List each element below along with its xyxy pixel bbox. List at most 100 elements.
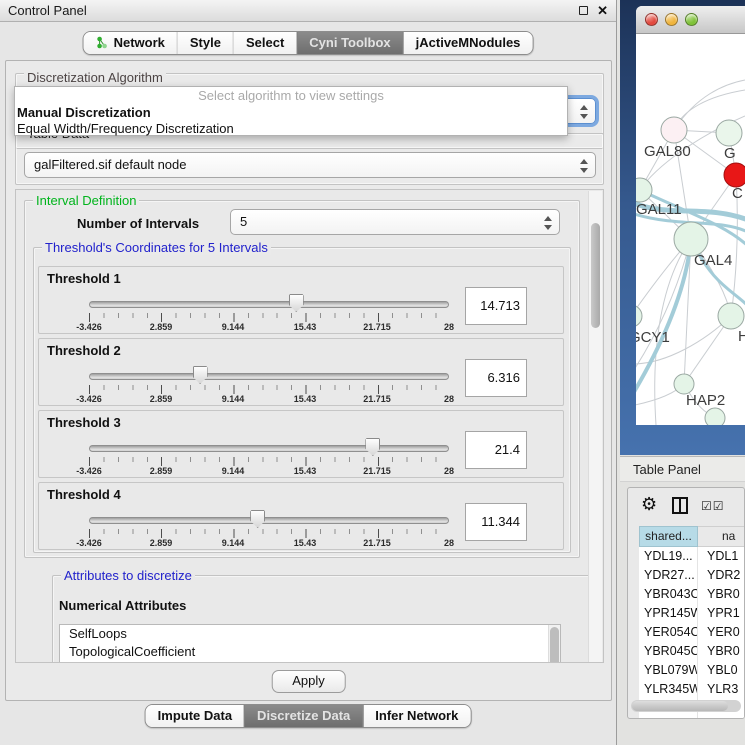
threshold-slider[interactable]: -3.4262.8599.14415.4321.71528: [89, 291, 449, 333]
slider-thumb[interactable]: [365, 438, 380, 456]
apply-button[interactable]: Apply: [271, 670, 346, 693]
threshold-slider[interactable]: -3.4262.8599.14415.4321.71528: [89, 363, 449, 405]
table-panel-title: Table Panel: [620, 456, 745, 482]
cell-name[interactable]: YLR3: [698, 680, 745, 699]
dropdown-item-manual[interactable]: Manual Discretization: [15, 105, 567, 121]
tab-label: Network: [114, 35, 165, 50]
tab-select[interactable]: Select: [233, 32, 296, 54]
slider-scale-labels: -3.4262.8599.14415.4321.71528: [89, 322, 449, 332]
cell-name[interactable]: YBR0: [698, 642, 745, 661]
node-label: C: [732, 185, 743, 202]
tab-label: Select: [246, 35, 284, 50]
network-node[interactable]: [705, 408, 725, 425]
cell-shared-name[interactable]: YBL079W: [639, 661, 698, 680]
tab-style[interactable]: Style: [177, 32, 233, 54]
threshold-value-field[interactable]: 6.316: [465, 359, 527, 397]
table-row[interactable]: YBR045CYBR0: [639, 642, 745, 661]
close-icon[interactable]: ✕: [597, 4, 608, 17]
table-row[interactable]: YLR345WYLR3: [639, 680, 745, 699]
network-node-c[interactable]: [724, 163, 745, 187]
cell-name[interactable]: YER0: [698, 623, 745, 642]
slider-thumb[interactable]: [193, 366, 208, 384]
node-attribute-table[interactable]: shared... na YDL19...YDL1YDR27...YDR2YBR…: [639, 526, 745, 718]
float-window-icon[interactable]: [579, 6, 588, 15]
network-node-h[interactable]: [718, 303, 744, 329]
tab-infer-network[interactable]: Infer Network: [362, 705, 470, 727]
slider-track[interactable]: [89, 517, 449, 524]
combobox-stepper-icon: [544, 215, 552, 231]
cell-shared-name[interactable]: YBR043C: [639, 585, 698, 604]
attribute-list-item[interactable]: SelfLoops: [60, 625, 560, 643]
threshold-slider[interactable]: -3.4262.8599.14415.4321.71528: [89, 507, 449, 549]
threshold-1-block: Threshold 1-3.4262.8599.14415.4321.71528…: [38, 266, 564, 334]
slider-track[interactable]: [89, 373, 449, 380]
cell-name[interactable]: YBL0: [698, 661, 745, 680]
cell-name[interactable]: YBR0: [698, 585, 745, 604]
cell-name[interactable]: YDR2: [698, 566, 745, 585]
threshold-value-field[interactable]: 21.4: [465, 431, 527, 469]
cell-name[interactable]: YPR1: [698, 604, 745, 623]
network-icon: [96, 36, 109, 49]
cell-shared-name[interactable]: YDR27...: [639, 566, 698, 585]
table-data-value: galFiltered.sif default node: [34, 157, 186, 172]
column-header-shared[interactable]: shared...: [639, 526, 698, 547]
cell-name[interactable]: YDL1: [698, 547, 745, 566]
gear-icon[interactable]: ⚙: [641, 494, 657, 515]
table-row[interactable]: YBR043CYBR0: [639, 585, 745, 604]
zoom-traffic-light-icon[interactable]: [685, 13, 698, 26]
tab-label: Style: [190, 35, 221, 50]
network-node-gal11[interactable]: [636, 178, 652, 202]
interval-definition-group: Interval Definition Number of Intervals …: [24, 200, 580, 558]
dropdown-item-equal-width[interactable]: Equal Width/Frequency Discretization: [15, 121, 567, 137]
table-row[interactable]: YDL19...YDL1: [639, 547, 745, 566]
threshold-slider[interactable]: -3.4262.8599.14415.4321.71528: [89, 435, 449, 477]
network-window-frame: GAL80GCGAL11GAL4GCY1HHAP2: [620, 0, 745, 455]
tab-label: Discretize Data: [257, 708, 350, 723]
threshold-value-field[interactable]: 14.713: [465, 287, 527, 325]
tab-impute-data[interactable]: Impute Data: [146, 705, 244, 727]
network-node-gcy1[interactable]: [636, 305, 642, 327]
cell-shared-name[interactable]: YPR145W: [639, 604, 698, 623]
attributes-list[interactable]: SelfLoopsTopologicalCoefficientBetweenne…: [59, 624, 561, 663]
table-horizontal-scrollbar[interactable]: [631, 700, 741, 712]
thresholds-group-title: Threshold's Coordinates for 5 Intervals: [42, 240, 271, 255]
column-layout-icon[interactable]: [672, 497, 688, 514]
table-row[interactable]: YPR145WYPR1: [639, 604, 745, 623]
tab-discretize-data[interactable]: Discretize Data: [244, 705, 362, 727]
num-intervals-combobox[interactable]: 5: [230, 209, 560, 235]
network-node-hap2[interactable]: [674, 374, 694, 394]
attribute-list-item[interactable]: TopologicalCoefficient: [60, 643, 560, 661]
list-scrollbar[interactable]: [548, 625, 560, 663]
slider-track[interactable]: [89, 301, 449, 308]
window-title: Control Panel: [8, 3, 579, 18]
attribute-list-item[interactable]: BetweennessCentrality: [60, 661, 560, 663]
network-node-gal80[interactable]: [661, 117, 687, 143]
tab-label: Infer Network: [375, 708, 458, 723]
table-row[interactable]: YDR27...YDR2: [639, 566, 745, 585]
tab-cyni-toolbox[interactable]: Cyni Toolbox: [296, 32, 402, 54]
column-header-name[interactable]: na: [698, 526, 745, 547]
table-row[interactable]: YBL079WYBL0: [639, 661, 745, 680]
tab-jactivemnodules[interactable]: jActiveMNodules: [403, 32, 533, 54]
close-traffic-light-icon[interactable]: [645, 13, 658, 26]
slider-thumb[interactable]: [289, 294, 304, 312]
select-columns-icon[interactable]: ☑☑: [701, 499, 725, 513]
table-panel: ⚙ ☑☑ shared... na YDL19...YDL1YDR27...YD…: [627, 487, 745, 719]
slider-thumb[interactable]: [250, 510, 265, 528]
table-data-combobox[interactable]: galFiltered.sif default node: [24, 152, 596, 178]
node-label: GAL4: [694, 252, 732, 269]
network-node-gal4[interactable]: [674, 222, 708, 256]
threshold-value-field[interactable]: 11.344: [465, 503, 527, 541]
table-row[interactable]: YER054CYER0: [639, 623, 745, 642]
network-canvas[interactable]: GAL80GCGAL11GAL4GCY1HHAP2: [636, 34, 745, 425]
cell-shared-name[interactable]: YBR045C: [639, 642, 698, 661]
network-node-g[interactable]: [716, 120, 742, 146]
cell-shared-name[interactable]: YDL19...: [639, 547, 698, 566]
node-label: GAL11: [636, 201, 682, 218]
cell-shared-name[interactable]: YER054C: [639, 623, 698, 642]
tab-network[interactable]: Network: [84, 32, 177, 54]
slider-track[interactable]: [89, 445, 449, 452]
settings-scrollbar[interactable]: [588, 191, 602, 663]
minimize-traffic-light-icon[interactable]: [665, 13, 678, 26]
cell-shared-name[interactable]: YLR345W: [639, 680, 698, 699]
